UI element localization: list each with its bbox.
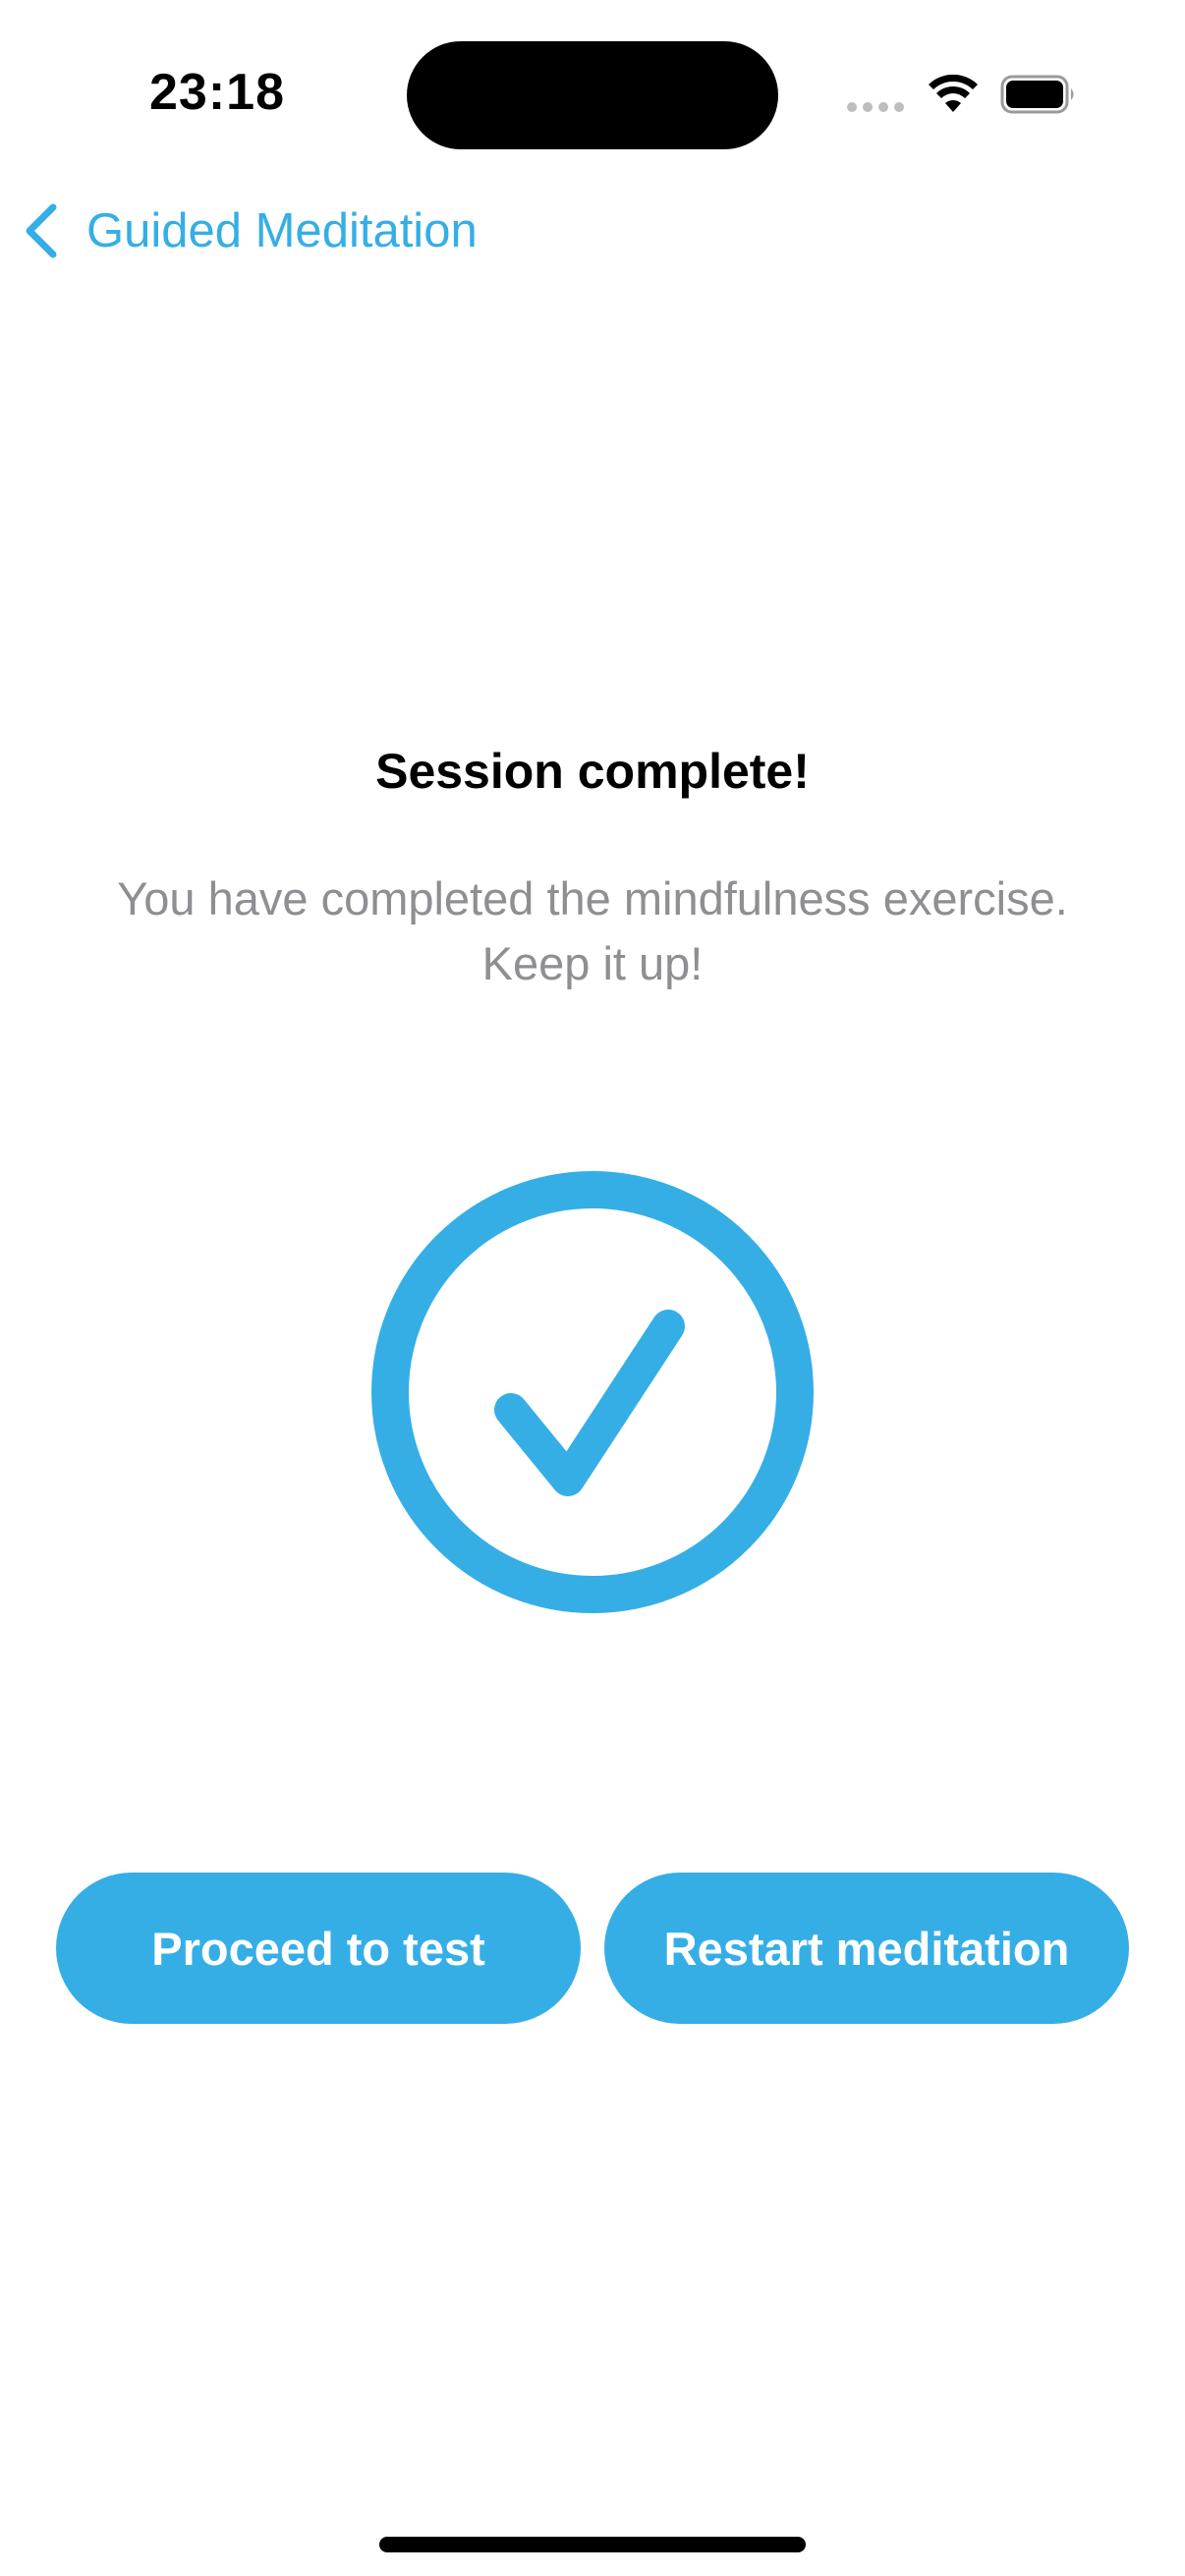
page-title: Session complete! — [375, 744, 810, 799]
restart-meditation-button[interactable]: Restart meditation — [604, 1873, 1129, 2024]
chevron-left-icon — [26, 203, 57, 258]
status-bar-time: 23:18 — [149, 64, 285, 121]
wifi-icon — [929, 75, 978, 112]
completion-message-line-1: You have completed the mindfulness exerc… — [117, 872, 1068, 924]
completion-message-line-2: Keep it up! — [481, 937, 704, 989]
home-indicator[interactable] — [379, 2537, 806, 2552]
back-button[interactable]: Guided Meditation — [22, 196, 478, 265]
checkmark-circle-icon — [371, 1171, 814, 1613]
back-button-label: Guided Meditation — [86, 204, 478, 257]
battery-icon — [1000, 75, 1074, 114]
dynamic-island — [407, 41, 778, 149]
completion-message: You have completed the mindfulness exerc… — [39, 867, 1146, 996]
signal-dots-icon — [847, 102, 904, 112]
proceed-to-test-button[interactable]: Proceed to test — [56, 1873, 581, 2024]
